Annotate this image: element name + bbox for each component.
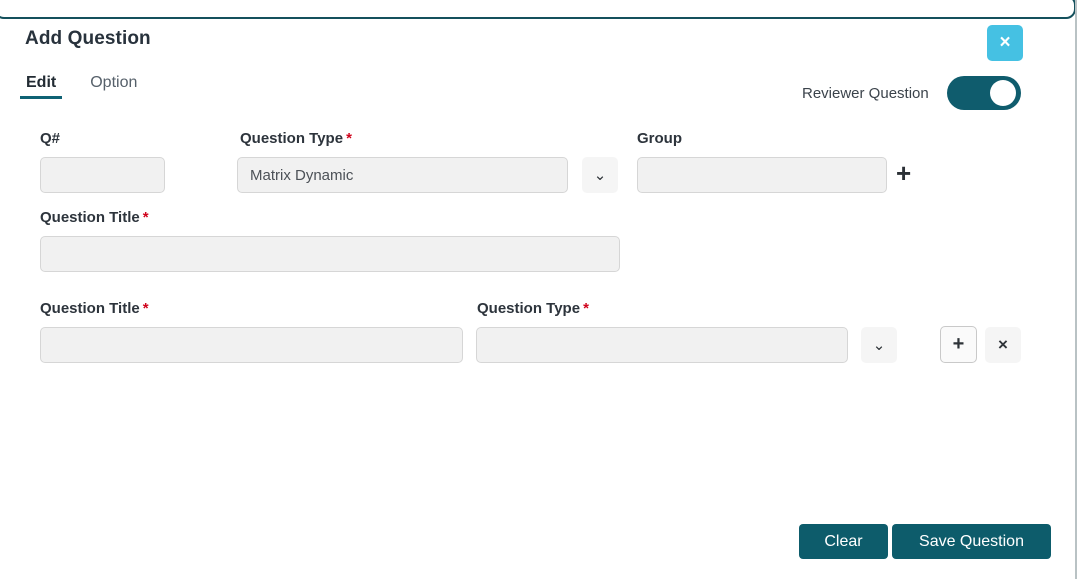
- delete-row-close-icon[interactable]: ×: [985, 327, 1021, 363]
- required-asterisk: *: [143, 209, 149, 226]
- chevron-down-icon[interactable]: ⌄: [582, 157, 618, 193]
- plus-icon[interactable]: +: [896, 160, 911, 186]
- sub-question-title-label: Question Title*: [40, 300, 149, 317]
- group-label: Group: [637, 130, 682, 147]
- group-input[interactable]: [637, 157, 887, 193]
- add-row-plus-icon[interactable]: +: [940, 326, 977, 363]
- question-title-label-text: Question Title: [40, 209, 140, 226]
- sub-question-title-input[interactable]: [40, 327, 463, 363]
- sub-question-type-label-text: Question Type: [477, 300, 580, 317]
- page-title: Add Question: [25, 28, 151, 50]
- reviewer-question-control: Reviewer Question: [802, 76, 1021, 110]
- question-type-input[interactable]: [237, 157, 568, 193]
- q-number-input[interactable]: [40, 157, 165, 193]
- question-type-label-text: Question Type: [240, 130, 343, 147]
- reviewer-question-toggle[interactable]: [947, 76, 1021, 110]
- question-title-input[interactable]: [40, 236, 620, 272]
- sub-question-type-input[interactable]: [476, 327, 848, 363]
- sub-question-title-label-text: Question Title: [40, 300, 140, 317]
- panel-border-accent: [0, 0, 1076, 19]
- tab-bar: Edit Option: [20, 74, 143, 99]
- required-asterisk: *: [346, 130, 352, 147]
- tab-option[interactable]: Option: [84, 74, 143, 99]
- reviewer-question-label: Reviewer Question: [802, 85, 929, 102]
- question-title-label: Question Title*: [40, 209, 149, 226]
- q-number-label-text: Q#: [40, 130, 60, 147]
- save-question-button[interactable]: Save Question: [892, 524, 1051, 559]
- required-asterisk: *: [143, 300, 149, 317]
- tab-edit[interactable]: Edit: [20, 74, 62, 99]
- clear-button[interactable]: Clear: [799, 524, 888, 559]
- add-question-panel: Add Question Edit Option × Reviewer Ques…: [0, 0, 1077, 579]
- close-icon[interactable]: ×: [987, 25, 1023, 61]
- chevron-down-icon[interactable]: ⌄: [861, 327, 897, 363]
- sub-question-type-label: Question Type*: [477, 300, 589, 317]
- question-type-label: Question Type*: [240, 130, 352, 147]
- group-label-text: Group: [637, 130, 682, 147]
- q-number-label: Q#: [40, 130, 60, 147]
- required-asterisk: *: [583, 300, 589, 317]
- toggle-knob: [990, 80, 1016, 106]
